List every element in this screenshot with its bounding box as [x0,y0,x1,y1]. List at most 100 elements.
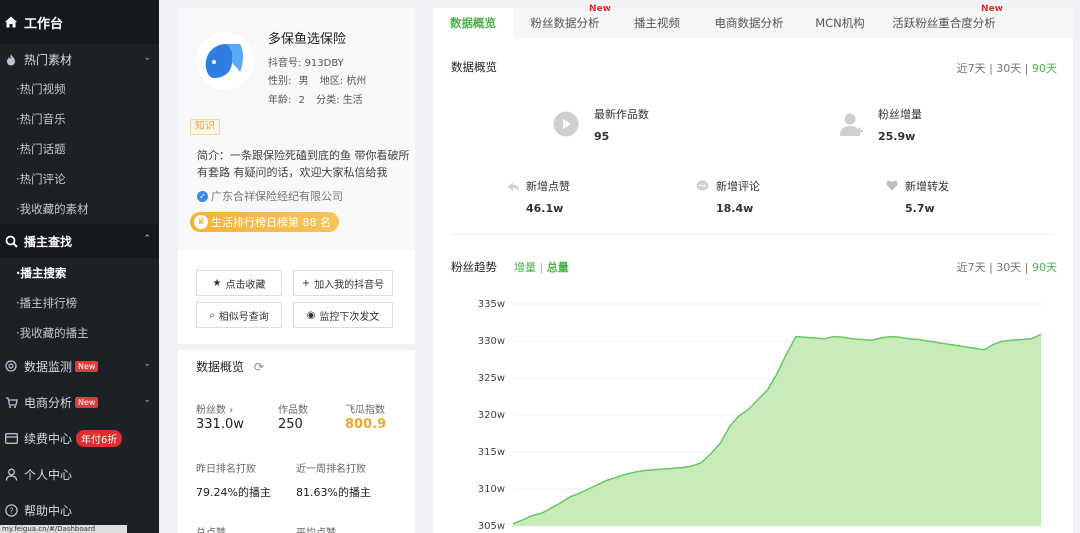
tab-ecommerce-analysis[interactable]: 电商数据分析 [697,8,801,38]
verified-icon: ✓ [197,190,208,202]
new-works-value: 95 [594,130,610,143]
sidebar-group-label: 热门素材 [24,52,73,67]
verified-company: ✓ 广东合祥保险经纪有限公司 [197,188,343,204]
sidebar-group-monitoring[interactable]: 数据监测 New ⌄ [0,348,159,384]
fans-area [513,334,1041,526]
favorite-button[interactable]: ★ 点击收藏 [196,270,282,296]
eye-icon: ◉ [306,309,316,321]
sidebar-item-hot-music[interactable]: · 热门音乐 [0,104,159,134]
user-icon [4,467,18,481]
sidebar-item-label: 热门音乐 [19,112,66,126]
monitor-search-icon [4,359,18,373]
card-icon [4,431,18,445]
play-icon [553,111,579,137]
sidebar-group-renewal[interactable]: 续费中心 年付6折 [0,420,159,456]
status-url-tooltip: my.feigua.cn/#/Dashboard [0,525,127,533]
avatar [196,32,254,90]
range-30d[interactable]: 30天 [996,261,1021,274]
sidebar-item-my-streamers[interactable]: · 我收藏的播主 [0,318,159,348]
sidebar-item-streamer-search[interactable]: · 播主搜索 [0,258,159,288]
sidebar-item-my-materials[interactable]: · 我收藏的素材 [0,194,159,224]
tab-fans-analysis[interactable]: 粉丝数据分析 New [513,4,617,38]
tab-data-overview[interactable]: 数据概览 [433,8,513,38]
divider [451,234,1055,235]
range-90d[interactable]: 90天 [1032,261,1057,274]
range-30d[interactable]: 30天 [996,62,1021,75]
profile-overview-title: 数据概览 ⟳ [196,358,264,375]
toggle-separator: | [539,261,547,274]
category-tag: 知识 [190,119,220,135]
gender-value: 男 [298,76,309,87]
sidebar-group-label: 电商分析 [24,395,73,410]
add-my-douyin-button[interactable]: + 加入我的抖音号 [293,270,393,296]
fans-label-text: 粉丝数 [196,405,226,416]
feigua-index-label: 飞瓜指数 [345,405,385,416]
new-badge: New [981,4,1003,14]
sidebar-item-label: 热门话题 [19,142,66,156]
sidebar-group-label: 帮助中心 [24,503,73,518]
profile-intro: 简介：一条跟保险死磕到底的鱼 带你看破所有套路 有疑问的话，欢迎大家私信给我 [197,149,410,179]
fans-trend-chart[interactable]: 305w 310w 315w 320w 325w 330w 335w [433,293,1073,533]
tab-bar: 数据概览 粉丝数据分析 New 播主视频 电商数据分析 MCN机构 活跃粉丝重合… [433,4,1073,38]
new-comments-value: 18.4w [716,202,754,215]
overview-title-label: 数据概览 [196,360,245,374]
plus-icon: + [301,277,311,289]
age-label: 年龄: [268,95,292,106]
refresh-icon[interactable]: ⟳ [254,360,264,374]
gender-region: 性别: 男 地区: 杭州 [268,72,366,87]
trend-range-selector: 近7天 | 30天 | 90天 [957,259,1057,275]
new-badge: New [75,360,99,372]
range-separator: | [1024,62,1032,75]
sidebar-group-ecommerce[interactable]: 电商分析 New ⌄ [0,384,159,420]
profile-panel: 多保鱼选保险 抖音号: 913DBY 性别: 男 地区: 杭州 年龄: 2 分类… [178,8,415,533]
range-7d[interactable]: 近7天 [957,261,986,274]
user-add-icon [838,111,864,137]
monitor-next-post-button[interactable]: ◉ 监控下次发文 [293,302,393,328]
sidebar-item-hot-topics[interactable]: · 热门话题 [0,134,159,164]
fans-gain-value: 25.9w [878,130,916,143]
tab-mcn[interactable]: MCN机构 [801,8,879,38]
fire-icon [4,52,18,66]
tab-active-fans-overlap[interactable]: 活跃粉丝重合度分析 New [879,4,1009,38]
fans-value: 331.0w [196,417,244,432]
sidebar-item-streamer-ranking[interactable]: · 播主排行榜 [0,288,159,318]
tab-label: 数据概览 [450,16,496,30]
region-label: 地区: [319,76,344,87]
help-icon: ? [4,503,18,517]
y-tick-label: 325w [478,373,505,384]
y-tick-label: 330w [478,336,505,347]
like-icon [507,180,520,192]
sidebar-group-hot-materials[interactable]: 热门素材 ⌄ [0,44,159,74]
sidebar-group-find-streamer[interactable]: 播主查找 ⌃ [0,224,159,258]
new-badge: New [75,396,99,408]
range-7d[interactable]: 近7天 [957,62,986,75]
sidebar-item-hot-videos[interactable]: · 热门视频 [0,74,159,104]
svg-text:?: ? [9,506,13,515]
sidebar-group-help[interactable]: ? 帮助中心 [0,492,159,528]
new-likes-label: 新增点赞 [526,180,570,193]
sidebar-group-label: 续费中心 [24,431,73,446]
toggle-increment[interactable]: 增量 [514,261,536,274]
sidebar-workbench[interactable]: 工作台 [0,0,159,44]
rank-badge[interactable]: ♛ 生活排行榜日榜第 88 名 [190,212,339,232]
range-90d[interactable]: 90天 [1032,62,1057,75]
fans-label[interactable]: 粉丝数 › [196,401,233,416]
tab-label: 活跃粉丝重合度分析 [892,16,996,30]
similar-search-button[interactable]: ⌕ 相似号查询 [196,302,282,328]
tab-label: MCN机构 [815,16,865,30]
feigua-index-value: 800.9 [345,417,387,432]
y-tick-label: 315w [478,447,505,458]
profile-name: 多保鱼选保险 [268,32,347,47]
douyin-id: 抖音号: 913DBY [268,54,344,69]
toggle-total[interactable]: 总量 [547,261,569,274]
sidebar-group-label: 数据监测 [24,359,73,374]
tab-streamer-videos[interactable]: 播主视频 [617,8,697,38]
sidebar-group-personal[interactable]: 个人中心 [0,456,159,492]
new-likes-value: 46.1w [526,202,564,215]
chevron-down-icon: ⌄ [143,53,151,63]
sidebar-item-label: 我收藏的播主 [19,326,89,340]
sidebar-item-hot-comments[interactable]: · 热门评论 [0,164,159,194]
total-likes-label: 总点赞 [196,524,226,533]
chevron-up-icon: ⌃ [143,234,151,244]
week-rank-value: 81.63%的播主 [296,486,371,499]
